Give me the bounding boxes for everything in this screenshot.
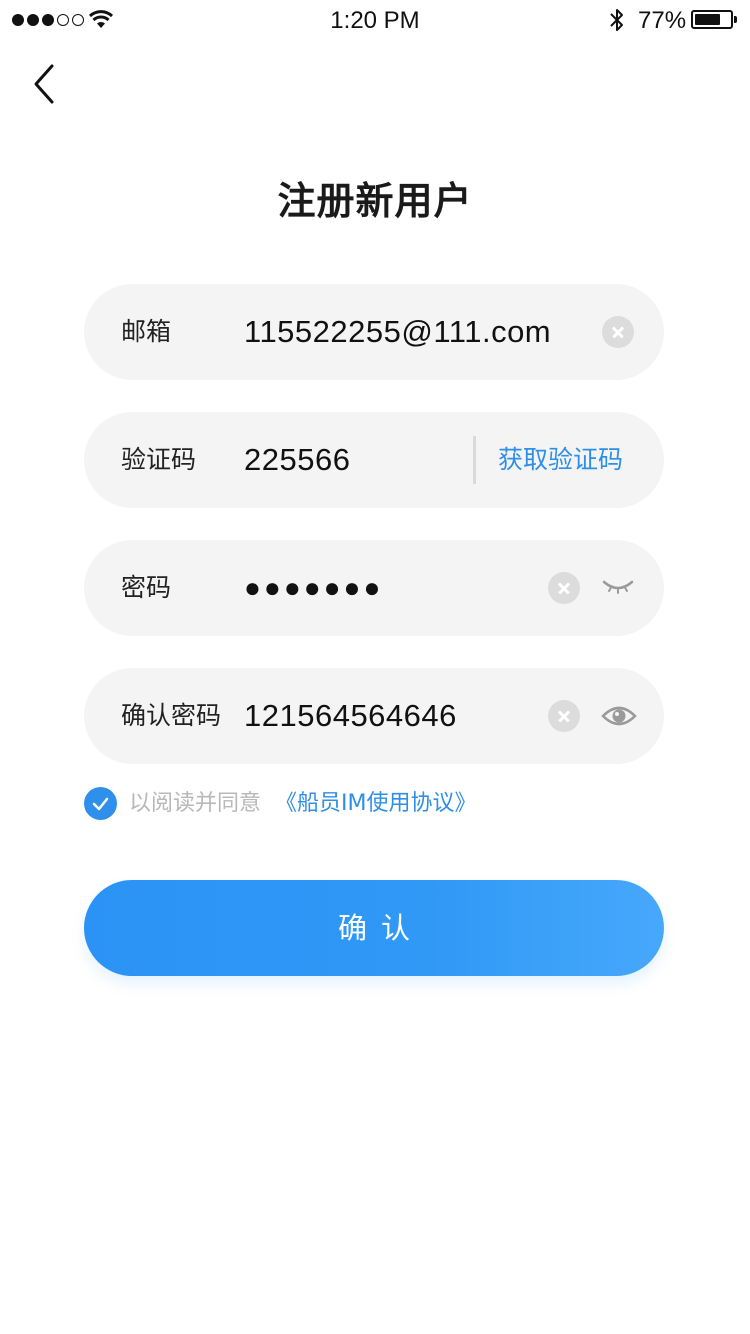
battery-percent: 77% [638,7,687,34]
email-label: 邮箱 [121,317,172,346]
agreement-text: 以阅读并同意 [129,791,262,816]
divider [473,436,476,484]
confirm-password-label: 确认密码 [121,701,222,730]
status-bar: 1:20 PM 77% [0,0,750,40]
agreement-link[interactable]: 《船员IM使用协议》 [275,787,476,820]
email-field[interactable]: 邮箱 115522255@111.com [84,284,664,380]
verification-code-label: 验证码 [121,445,197,474]
password-input[interactable]: ●●●●●●● [244,540,383,636]
password-field[interactable]: 密码 ●●●●●●● [84,540,664,636]
eye-closed-icon[interactable] [602,576,634,600]
page-title: 注册新用户 [277,179,473,223]
chevron-left-icon [34,64,54,104]
register-screen: 1:20 PM 77% 注册新用户 邮箱 115522255@111.com 验… [0,0,750,1334]
clear-icon[interactable] [548,572,580,604]
confirm-password-field[interactable]: 确认密码 121564564646 [84,668,664,764]
checkmark-icon [92,797,109,811]
back-button[interactable] [26,62,66,106]
confirm-password-input[interactable]: 121564564646 [244,668,457,764]
checkbox-checked-icon[interactable] [84,787,117,820]
verification-code-input[interactable]: 225566 [244,412,350,508]
battery-icon [691,10,737,29]
bluetooth-icon [610,9,623,31]
get-code-button[interactable]: 获取验证码 [498,412,623,508]
confirm-button[interactable]: 确认 [84,880,664,976]
eye-open-icon[interactable] [601,702,637,730]
clear-icon[interactable] [548,700,580,732]
clear-icon[interactable] [602,316,634,348]
password-label: 密码 [121,573,172,602]
battery-fill [695,14,721,25]
verification-code-field[interactable]: 验证码 225566 获取验证码 [84,412,664,508]
email-input[interactable]: 115522255@111.com [244,284,551,380]
